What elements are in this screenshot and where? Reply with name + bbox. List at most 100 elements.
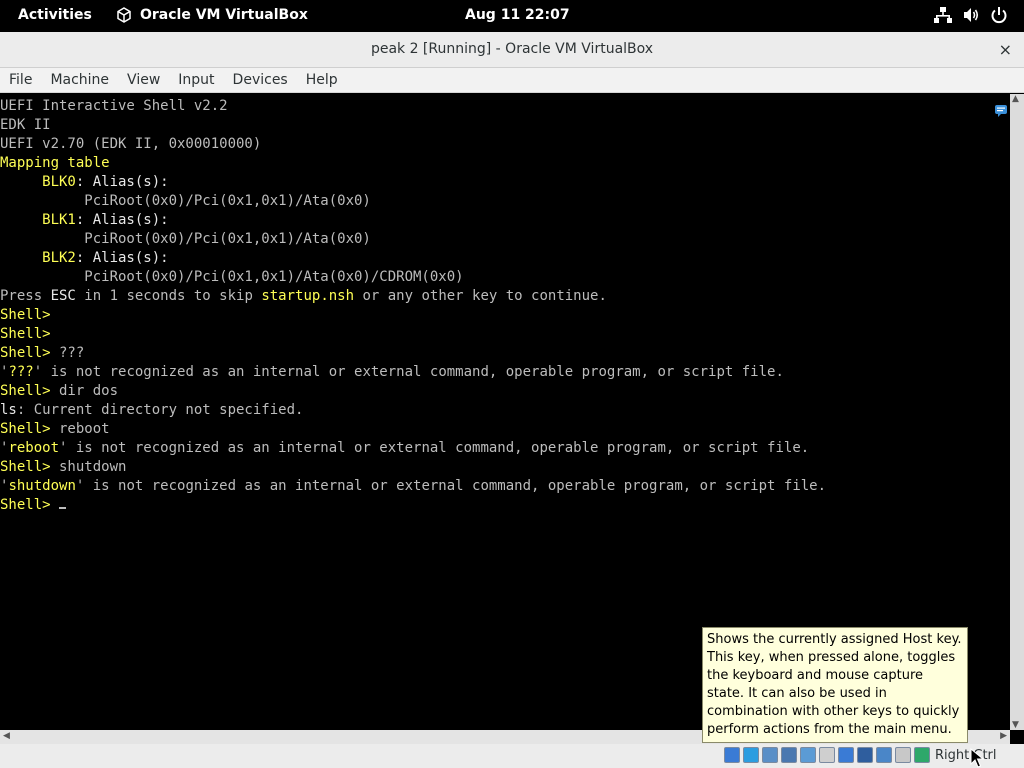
terminal-text: ??? <box>50 345 85 361</box>
terminal-text: ESC <box>50 288 76 304</box>
menu-devices[interactable]: Devices <box>224 68 297 92</box>
host-key-tooltip: Shows the currently assigned Host key. T… <box>702 627 968 743</box>
terminal-text: : Alias(s): <box>75 212 169 228</box>
menu-help[interactable]: Help <box>297 68 347 92</box>
display-icon[interactable] <box>838 747 854 763</box>
recording-icon[interactable] <box>857 747 873 763</box>
terminal-line: Shell> ??? <box>0 344 826 363</box>
terminal-text: Shell> <box>0 326 51 342</box>
window-title-bar[interactable]: peak 2 [Running] - Oracle VM VirtualBox … <box>0 32 1024 68</box>
terminal-line: Press ESC in 1 seconds to skip startup.n… <box>0 287 826 306</box>
terminal-line: UEFI Interactive Shell v2.2 <box>0 97 826 116</box>
mouse-integration-icon[interactable] <box>895 747 911 763</box>
status-bar: Right Ctrl <box>0 744 1024 768</box>
terminal-text: Shell> <box>0 497 51 513</box>
vertical-scrollbar[interactable]: ▲ ▼ <box>1010 94 1024 730</box>
mouse-pointer-icon <box>970 748 984 768</box>
scroll-right-icon[interactable]: ▶ <box>1000 731 1007 741</box>
text-cursor <box>59 507 67 509</box>
terminal-line: PciRoot(0x0)/Pci(0x1,0x1)/Ata(0x0)/CDROM… <box>0 268 826 287</box>
menu-bar: File Machine View Input Devices Help <box>0 68 1024 93</box>
terminal-text: ??? <box>8 364 34 380</box>
terminal-line: UEFI v2.70 (EDK II, 0x00010000) <box>0 135 826 154</box>
terminal-text: shutdown <box>8 478 76 494</box>
terminal-text: Press <box>0 288 51 304</box>
terminal-text: : Alias(s): <box>75 250 169 266</box>
terminal-line: BLK2: Alias(s): <box>0 249 826 268</box>
terminal-text: ' is not recognized as an internal or ex… <box>33 364 784 380</box>
audio-icon[interactable] <box>762 747 778 763</box>
uefi-shell-terminal[interactable]: UEFI Interactive Shell v2.2 EDK II UEFI v2… <box>0 97 826 515</box>
terminal-line: Shell> shutdown <box>0 458 826 477</box>
scroll-down-icon[interactable]: ▼ <box>1012 720 1019 730</box>
terminal-line: Shell> <box>0 496 826 515</box>
terminal-text: in 1 seconds to skip <box>75 288 262 304</box>
clock[interactable]: Aug 11 22:07 <box>465 7 570 23</box>
terminal-text: Shell> <box>0 345 51 361</box>
terminal-text: startup.nsh <box>261 288 355 304</box>
terminal-line: BLK0: Alias(s): <box>0 173 826 192</box>
terminal-line: Shell> dir dos <box>0 382 826 401</box>
gnome-top-bar: Activities Oracle VM VirtualBox Aug 11 2… <box>0 0 1024 32</box>
terminal-text: ' is not recognized as an internal or ex… <box>59 440 810 456</box>
terminal-line: Shell> reboot <box>0 420 826 439</box>
system-tray[interactable] <box>934 6 1008 24</box>
terminal-text: BLK2 <box>0 250 76 266</box>
terminal-text: dir dos <box>50 383 119 399</box>
terminal-text: BLK1 <box>0 212 76 228</box>
terminal-line: '???' is not recognized as an internal o… <box>0 363 826 382</box>
cpu-icon[interactable] <box>876 747 892 763</box>
terminal-line: ls: Current directory not specified. <box>0 401 826 420</box>
terminal-text: Shell> <box>0 421 51 437</box>
app-menu[interactable]: Oracle VM VirtualBox <box>116 7 308 23</box>
activities-button[interactable]: Activities <box>18 7 92 23</box>
window-title: peak 2 [Running] - Oracle VM VirtualBox <box>370 41 654 57</box>
terminal-text: ls <box>0 402 17 418</box>
network-wired-icon[interactable] <box>934 6 952 24</box>
hard-disk-icon[interactable] <box>724 747 740 763</box>
network-icon[interactable] <box>781 747 797 763</box>
terminal-text: Mapping table <box>0 155 110 171</box>
terminal-text: or any other key to continue. <box>354 288 607 304</box>
menu-file[interactable]: File <box>0 68 41 92</box>
terminal-text: Shell> <box>0 383 51 399</box>
terminal-text: PciRoot(0x0)/Pci(0x1,0x1)/Ata(0x0)/CDROM… <box>0 269 464 285</box>
terminal-line: Shell> <box>0 306 826 325</box>
terminal-text: Shell> <box>0 459 51 475</box>
terminal-line: EDK II <box>0 116 826 135</box>
optical-drive-icon[interactable] <box>743 747 759 763</box>
terminal-line: PciRoot(0x0)/Pci(0x1,0x1)/Ata(0x0) <box>0 230 826 249</box>
menu-machine[interactable]: Machine <box>41 68 118 92</box>
terminal-line: PciRoot(0x0)/Pci(0x1,0x1)/Ata(0x0) <box>0 192 826 211</box>
menu-input[interactable]: Input <box>169 68 223 92</box>
scroll-up-icon[interactable]: ▲ <box>1012 94 1019 104</box>
terminal-line: 'reboot' is not recognized as an interna… <box>0 439 826 458</box>
shared-folders-icon[interactable] <box>819 747 835 763</box>
terminal-line: Shell> <box>0 325 826 344</box>
terminal-text: UEFI Interactive Shell v2.2 <box>0 98 228 114</box>
mini-toolbar-icon[interactable] <box>994 104 1008 118</box>
terminal-text: UEFI v2.70 (EDK II, 0x00010000) <box>0 136 262 152</box>
keyboard-capture-icon[interactable] <box>914 747 930 763</box>
power-icon[interactable] <box>990 6 1008 24</box>
terminal-text: reboot <box>8 440 60 456</box>
close-window-button[interactable]: × <box>999 40 1012 59</box>
terminal-text: Shell> <box>0 307 51 323</box>
terminal-text: : Current directory not specified. <box>16 402 304 418</box>
virtualbox-cube-icon <box>117 7 131 23</box>
terminal-text: PciRoot(0x0)/Pci(0x1,0x1)/Ata(0x0) <box>0 231 371 247</box>
volume-icon[interactable] <box>962 6 980 24</box>
terminal-text: ' is not recognized as an internal or ex… <box>75 478 827 494</box>
scroll-left-icon[interactable]: ◀ <box>3 731 10 741</box>
usb-icon[interactable] <box>800 747 816 763</box>
terminal-text: : Alias(s): <box>75 174 169 190</box>
device-status-icons <box>724 747 930 763</box>
terminal-text: BLK0 <box>0 174 76 190</box>
menu-view[interactable]: View <box>118 68 169 92</box>
host-key-indicator[interactable]: Right Ctrl <box>935 748 997 763</box>
terminal-line: BLK1: Alias(s): <box>0 211 826 230</box>
terminal-line: Mapping table <box>0 154 826 173</box>
terminal-line: 'shutdown' is not recognized as an inter… <box>0 477 826 496</box>
app-name: Oracle VM VirtualBox <box>140 7 308 23</box>
